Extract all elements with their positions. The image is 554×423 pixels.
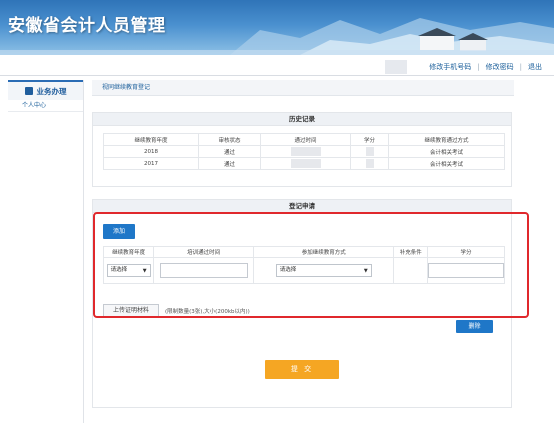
history-panel: 历史记录 继续教育年度 审核状态 通过时间 学分 继续教育通过方式 2018 通… (92, 112, 512, 187)
sidebar: 业务办理 个人中心 (8, 80, 84, 423)
masked-value (290, 159, 321, 168)
breadcrumb: 视同继续教育登记 (92, 80, 514, 96)
status-cell: 通过 (198, 145, 261, 158)
top-nav: 修改手机号码 | 修改密码 | 退出 (385, 60, 548, 74)
column-header: 学分 (350, 133, 389, 146)
column-header: 继续教育年度 (103, 133, 199, 146)
change-password-link[interactable]: 修改密码 (480, 62, 520, 72)
pass-time-cell (260, 157, 351, 170)
column-header: 通过时间 (260, 133, 351, 146)
masked-value (365, 147, 374, 156)
sidebar-section-label: 业务办理 (36, 86, 67, 96)
credit-cell (350, 145, 389, 158)
highlight-frame (93, 212, 529, 318)
credit-cell (350, 157, 389, 170)
history-title: 历史记录 (93, 113, 511, 126)
masked-value (290, 147, 321, 156)
method-cell: 会计相关考试 (388, 145, 505, 158)
header-banner: 安徽省会计人员管理 (0, 0, 554, 55)
pass-time-cell (260, 145, 351, 158)
table-header-row: 继续教育年度 审核状态 通过时间 学分 继续教育通过方式 (103, 133, 505, 146)
year-cell: 2017 (103, 157, 199, 170)
method-cell: 会计相关考试 (388, 157, 505, 170)
delete-button[interactable]: 删除 (456, 320, 493, 333)
status-cell: 通过 (198, 157, 261, 170)
change-phone-link[interactable]: 修改手机号码 (423, 62, 477, 72)
submit-button[interactable]: 提 交 (265, 360, 339, 379)
user-name-masked (385, 60, 408, 74)
column-header: 审核状态 (198, 133, 261, 146)
table-row: 2017 通过 会计相关考试 (103, 157, 505, 170)
table-row: 2018 通过 会计相关考试 (103, 145, 505, 158)
sidebar-section-business[interactable]: 业务办理 (8, 80, 83, 100)
business-icon (24, 87, 33, 95)
sidebar-item-personal-center[interactable]: 个人中心 (8, 100, 83, 112)
column-header: 继续教育通过方式 (388, 133, 505, 146)
masked-value (365, 159, 374, 168)
history-table: 继续教育年度 审核状态 通过时间 学分 继续教育通过方式 2018 通过 会计相… (103, 133, 505, 170)
header-divider (0, 75, 554, 76)
year-cell: 2018 (103, 145, 199, 158)
logout-link[interactable]: 退出 (522, 62, 548, 72)
page-title: 安徽省会计人员管理 (8, 16, 166, 36)
